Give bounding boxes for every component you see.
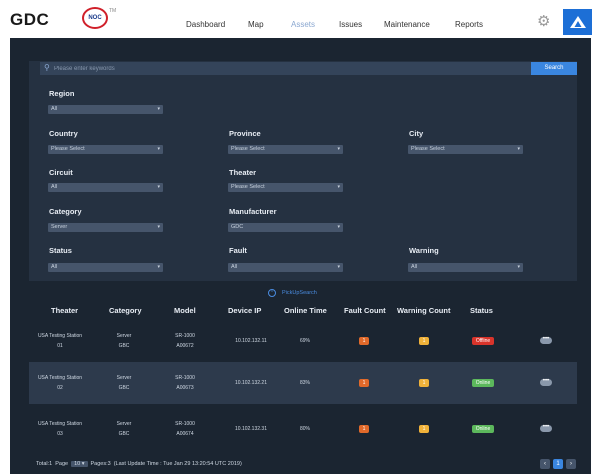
col-category: Category (109, 306, 142, 315)
search-input[interactable] (54, 63, 524, 74)
city-select[interactable]: Please Select (408, 145, 523, 154)
noc-trademark: TM (109, 8, 117, 14)
status-badge: Online (472, 379, 494, 387)
device-ip: 10.102.132.11 (235, 338, 267, 344)
theater-select[interactable]: Please Select (228, 183, 343, 192)
nav-map[interactable]: Map (248, 20, 264, 29)
total-count: Total:1 (36, 461, 53, 467)
status-badge: Online (472, 425, 494, 433)
province-label: Province (229, 129, 261, 138)
pages-count: Pages:3 (90, 461, 111, 467)
last-update: (Last Update Time : Tue Jan 29 13:20:54 … (113, 461, 242, 467)
online-time: 83% (299, 380, 310, 386)
warning-badge: 1 (419, 425, 429, 433)
model-sub: A00673 (176, 385, 194, 391)
status-label: Status (49, 246, 72, 255)
fault-badge: 1 (359, 425, 369, 433)
category-value: Server (116, 421, 132, 427)
table-header: Theater Category Model Device IP Online … (29, 300, 577, 320)
gear-icon[interactable]: ⚙ (537, 14, 551, 29)
category-sub: GBC (118, 385, 130, 391)
theater-label: Theater (229, 168, 257, 177)
category-label: Category (49, 207, 82, 216)
circuit-select[interactable]: All (48, 183, 163, 192)
more-icon[interactable]: ••• (540, 424, 552, 432)
theater-number: 03 (57, 431, 63, 437)
collapse-up-icon: ⌃ (268, 289, 276, 297)
category-sub: GBC (118, 343, 130, 349)
col-online-time: Online Time (284, 306, 327, 315)
pagination-info: Total:1 Page 10 ▾ Pages:3 (Last Update T… (36, 461, 242, 467)
country-select[interactable]: Please Select (48, 145, 163, 154)
more-icon[interactable]: ••• (540, 336, 552, 344)
brand-logo: GDC (10, 10, 50, 29)
col-theater: Theater (51, 306, 79, 315)
fault-badge: 1 (359, 337, 369, 345)
search-button[interactable]: Search (531, 62, 577, 75)
nav-dashboard[interactable]: Dashboard (186, 20, 225, 29)
nav-maintenance[interactable]: Maintenance (384, 20, 430, 29)
col-device-ip: Device IP (228, 306, 262, 315)
model-sub: A00672 (176, 343, 194, 349)
region-label: Region (49, 89, 75, 98)
pickup-search-toggle[interactable]: ⌃ PickUpSearch (268, 289, 317, 297)
model-value: SR-1000 (175, 421, 195, 427)
region-select[interactable]: All (48, 105, 163, 114)
warning-badge: 1 (419, 337, 429, 345)
status-select[interactable]: All (48, 263, 163, 272)
page-size-select[interactable]: 10 ▾ (71, 461, 88, 467)
next-page-button[interactable]: › (566, 459, 576, 469)
table-row[interactable]: USA Testing Station 01 Server GBC SR-100… (29, 320, 577, 362)
province-select[interactable]: Please Select (228, 145, 343, 154)
more-icon[interactable]: ••• (540, 378, 552, 386)
col-warning-count: Warning Count (397, 306, 451, 315)
category-select[interactable]: Server (48, 223, 163, 232)
circuit-label: Circuit (49, 168, 73, 177)
noc-logo: NOC (82, 7, 108, 29)
search-icon: ⚲ (44, 63, 50, 72)
warning-label: Warning (409, 246, 439, 255)
fault-select[interactable]: All (228, 263, 343, 272)
device-ip: 10.102.132.21 (235, 380, 267, 386)
warning-badge: 1 (419, 379, 429, 387)
col-status: Status (470, 306, 493, 315)
account-logo-icon[interactable] (563, 9, 592, 35)
manufacturer-select[interactable]: GDC (228, 223, 343, 232)
nav-issues[interactable]: Issues (339, 20, 362, 29)
online-time: 80% (299, 426, 310, 432)
warning-select[interactable]: All (408, 263, 523, 272)
col-fault-count: Fault Count (344, 306, 386, 315)
table-row[interactable]: USA Testing Station 02 Server GBC SR-100… (29, 362, 577, 404)
filter-panel (29, 61, 577, 281)
top-bar: GDC NOC TM Dashboard Map Assets Issues M… (0, 0, 601, 37)
model-value: SR-1000 (175, 375, 195, 381)
search-bar: ⚲ (40, 62, 531, 75)
category-sub: GBC (118, 431, 130, 437)
theater-number: 02 (57, 385, 63, 391)
category-value: Server (116, 375, 132, 381)
model-sub: A00674 (176, 431, 194, 437)
device-ip: 10.102.132.31 (235, 426, 267, 432)
manufacturer-label: Manufacturer (229, 207, 277, 216)
theater-name: USA Testing Station (37, 333, 83, 339)
online-time: 69% (299, 338, 310, 344)
country-label: Country (49, 129, 78, 138)
fault-label: Fault (229, 246, 247, 255)
nav-reports[interactable]: Reports (455, 20, 483, 29)
status-badge: Offline (472, 337, 494, 345)
pickup-search-label: PickUpSearch (282, 290, 317, 296)
prev-page-button[interactable]: ‹ (540, 459, 550, 469)
city-label: City (409, 129, 424, 138)
fault-badge: 1 (359, 379, 369, 387)
theater-number: 01 (57, 343, 63, 349)
current-page-button[interactable]: 1 (553, 459, 563, 469)
nav-assets[interactable]: Assets (291, 20, 315, 29)
theater-name: USA Testing Station (37, 421, 83, 427)
category-value: Server (116, 333, 132, 339)
page-label: Page (55, 461, 69, 467)
theater-name: USA Testing Station (37, 375, 83, 381)
col-model: Model (174, 306, 196, 315)
table-row[interactable]: USA Testing Station 03 Server GBC SR-100… (29, 408, 577, 450)
model-value: SR-1000 (175, 333, 195, 339)
